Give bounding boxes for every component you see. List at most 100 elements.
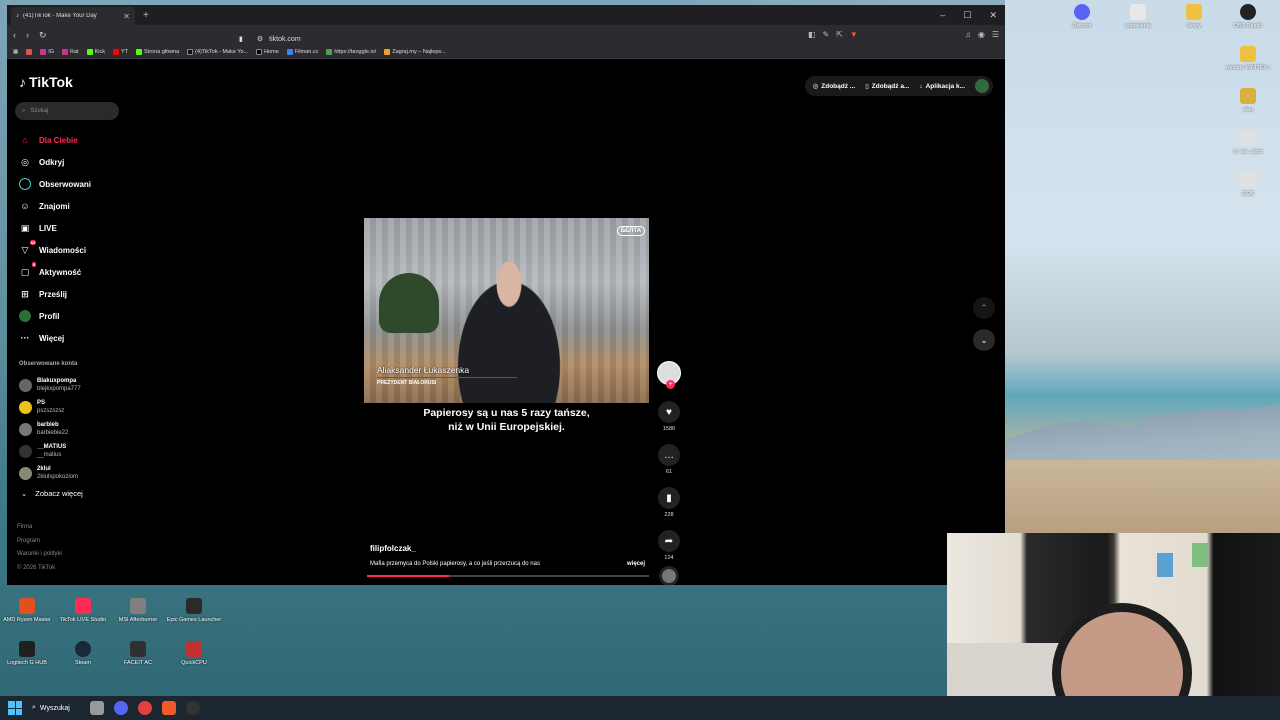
followed-account[interactable]: 2klul 2klulspokoziom [19, 462, 81, 484]
discord-taskbar-icon[interactable] [114, 701, 128, 715]
sidebar-item-more[interactable]: ··· Więcej [19, 327, 91, 349]
bookmark-tiktok[interactable]: (4)TikTok - Make Yo... [187, 48, 248, 55]
bookmark-kick-home[interactable]: Strona główna [136, 48, 179, 55]
reload-button[interactable]: ↻ [39, 30, 47, 41]
translate-icon[interactable]: ✎ [823, 30, 830, 39]
search-input[interactable]: ⌕ Szukaj [15, 102, 119, 120]
desktop-icon-file[interactable]: nl. sre. ziam [1216, 130, 1280, 156]
taskbar: ⌕ Wyszukaj [0, 696, 1280, 720]
save-button[interactable]: ▮ [658, 487, 680, 509]
video-role-caption: PREZYDENT BIAŁORUSI [377, 380, 437, 386]
more-link[interactable]: więcej [627, 561, 645, 567]
task-view-icon[interactable] [90, 701, 104, 715]
site-info-icon[interactable]: ⚙ [257, 35, 263, 43]
sidebar-item-activity[interactable]: ▢ 9 Aktywność [19, 261, 91, 283]
bookmark-x[interactable]: Home [256, 48, 279, 55]
bookmark-ig[interactable]: IG [40, 48, 54, 55]
sidebar-item-live[interactable]: ▣ LIVE [19, 217, 91, 239]
bookmark-icon[interactable]: ▮ [239, 35, 243, 43]
url-field[interactable]: ▮ ⚙ tiktok.com [239, 31, 759, 47]
video-name-caption: Aliaksander Łukaszenka [377, 365, 470, 375]
video-person [444, 258, 574, 403]
chevron-down-icon: ⌄ [980, 334, 988, 345]
desktop-icon-faceit[interactable]: FACEIT AC [106, 641, 170, 667]
brave-taskbar-icon[interactable] [162, 701, 176, 715]
sidebar-item-friends[interactable]: ☺ Znajomi [19, 195, 91, 217]
new-tab-button[interactable]: + [143, 10, 149, 21]
tiktok-logo[interactable]: ♪ TikTok [19, 74, 73, 90]
sidebar-item-profile[interactable]: Profil [19, 305, 91, 327]
sidebar-item-messages[interactable]: ▽ 32 Wiadomości [19, 239, 91, 261]
upload-icon: ⊞ [21, 288, 29, 299]
back-button[interactable]: ‹ [13, 30, 16, 40]
bookmark-tanggle[interactable]: https://tanggle.io/ [326, 48, 376, 55]
footer-link-terms[interactable]: Warunki i polityki [17, 548, 62, 562]
bookmark-filman[interactable]: Filman.cc [286, 48, 318, 55]
desktop-icon-epic[interactable]: Epic Games Launcher [162, 598, 226, 624]
maximize-button[interactable]: ☐ [963, 10, 971, 21]
desktop-icon-quickcpu[interactable]: QuickCPU [162, 641, 226, 667]
taskbar-search[interactable]: ⌕ Wyszukaj [32, 704, 80, 712]
close-tab-icon[interactable]: ✕ [123, 12, 130, 21]
video-author[interactable]: filipfolczak_ [370, 544, 416, 553]
close-window-button[interactable]: ✕ [989, 10, 997, 21]
bookmark-zagraj[interactable]: Zagraj.my – Najleps... [384, 48, 446, 55]
previous-video-button[interactable]: ⌃ [973, 297, 995, 319]
followed-account[interactable]: Blakuxpompa blejkxpompa777 [19, 374, 81, 396]
tiktok-note-icon: ♪ [19, 74, 26, 90]
tab-tiktok[interactable]: ♪ (41)TikTok - Make Your Day ✕ [11, 7, 135, 25]
desktop-icon-settings[interactable]: ustawienia [1106, 4, 1170, 30]
sidebar-item-following[interactable]: Obserwowani [19, 173, 91, 195]
user-avatar[interactable] [975, 79, 989, 93]
music-icon[interactable]: ♫ [965, 30, 971, 39]
see-more-button[interactable]: ⌄ Zobacz więcej [21, 489, 83, 498]
music-disc-icon[interactable] [659, 566, 679, 585]
share-button[interactable]: ➦ [658, 530, 680, 552]
video-progress-bar[interactable] [367, 575, 649, 577]
desktop-app-button[interactable]: ↓ Aplikacja k... [919, 83, 965, 90]
next-video-button[interactable]: ⌄ [973, 329, 995, 351]
footer-link-program[interactable]: Program [17, 535, 62, 549]
desktop-icon-file-2026[interactable]: 2026 [1216, 172, 1280, 198]
sidebar-item-upload[interactable]: ⊞ Prześlij [19, 283, 91, 305]
bookmark-yt[interactable]: YT [112, 48, 128, 55]
author-avatar[interactable]: + [657, 361, 681, 389]
desktop-icon-msi[interactable]: MSI Afterburner [106, 598, 170, 624]
desktop-icon-folder-models[interactable]: modele WHITEX i [1216, 46, 1280, 72]
sidebar-item-for-you[interactable]: ⌂ Dla Ciebie [19, 129, 91, 151]
video-player[interactable]: БЕЛТА Aliaksander Łukaszenka PREZYDENT B… [364, 218, 649, 403]
compass-icon: ◎ [21, 156, 29, 167]
sidebar-footer: Firma Program Warunki i polityki © 2026 … [17, 521, 62, 575]
desktop-icon-discord[interactable]: Discord [1050, 4, 1114, 30]
minimize-button[interactable]: – [940, 10, 945, 21]
forward-button[interactable]: › [26, 30, 29, 40]
get-coins-button[interactable]: ◎ Zdobądź ... [813, 82, 856, 91]
get-app-button[interactable]: ▯ Zdobądź a... [865, 82, 909, 91]
menu-icon[interactable]: ☰ [992, 30, 999, 39]
followed-account[interactable]: PS pszszszsz [19, 396, 81, 418]
bookmark-1[interactable] [26, 48, 33, 55]
like-button[interactable]: ♥ [658, 401, 680, 423]
followed-account[interactable]: barbieb barbiebie22 [19, 418, 81, 440]
desktop-icon-obs[interactable]: OBS Studio [1216, 4, 1280, 30]
sidebar-item-explore[interactable]: ◎ Odkryj [19, 151, 91, 173]
apps-grid-icon[interactable]: ▦ [13, 49, 18, 55]
profile-icon [19, 310, 31, 322]
start-button[interactable] [8, 701, 22, 715]
chrome-taskbar-icon[interactable] [138, 701, 152, 715]
activity-badge: 9 [31, 262, 36, 267]
footer-link-company[interactable]: Firma [17, 521, 62, 535]
webcam-overlay [947, 533, 1280, 720]
avatar [19, 378, 32, 392]
bookmark-kick[interactable]: Kick [86, 48, 105, 55]
brave-shield-icon[interactable]: ▼ [850, 30, 858, 39]
extension-icon[interactable]: ◧ [808, 30, 816, 39]
share-icon[interactable]: ⇱ [836, 30, 843, 39]
obs-taskbar-icon[interactable] [186, 701, 200, 715]
follow-plus-icon[interactable]: + [666, 380, 675, 389]
comment-button[interactable]: … [658, 444, 680, 466]
desktop-icon-archive[interactable]: stan [1216, 88, 1280, 114]
followed-account[interactable]: __MATIUS __matius [19, 440, 81, 462]
wallet-icon[interactable]: ◉ [978, 30, 985, 39]
bookmark-rat[interactable]: Rat [62, 48, 79, 55]
